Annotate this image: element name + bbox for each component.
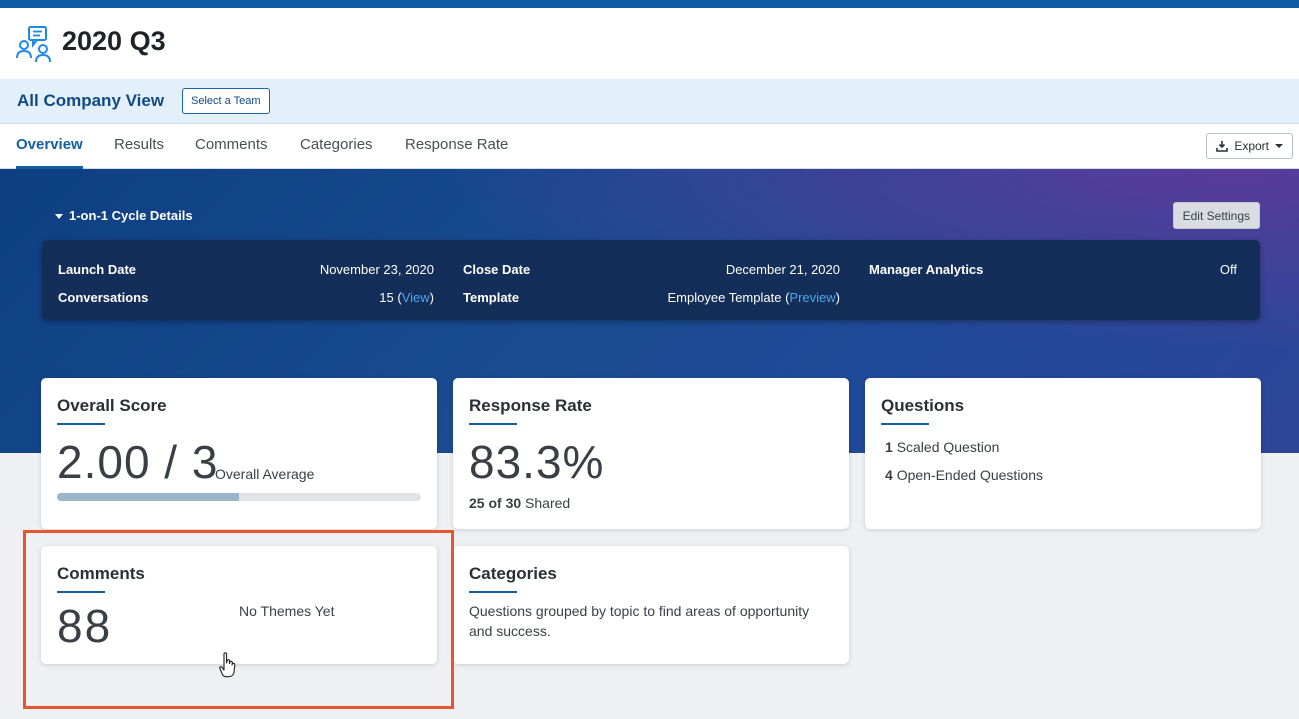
conversations-label: Conversations	[58, 290, 149, 305]
response-rate-value: 83.3%	[469, 436, 605, 488]
caret-down-icon	[55, 214, 63, 220]
open-label: Open-Ended Questions	[896, 467, 1044, 483]
tab-comments[interactable]: Comments	[195, 124, 268, 169]
top-accent-bar	[0, 0, 1299, 8]
conversations-value: 15 (View)	[379, 290, 434, 305]
categories-title: Categories	[469, 564, 557, 583]
shared-label: Shared	[525, 495, 571, 511]
response-rate-card[interactable]: Response Rate 83.3% 25 of 30 Shared	[453, 378, 849, 529]
response-rate-title: Response Rate	[469, 396, 592, 415]
overall-score-progress-fill	[57, 493, 239, 501]
template-name: Employee Template	[667, 290, 782, 305]
title-underline	[469, 423, 517, 425]
download-icon	[1216, 141, 1229, 152]
questions-card[interactable]: Questions 1 Scaled Question 4 Open-Ended…	[865, 378, 1261, 529]
scaled-questions: 1 Scaled Question	[885, 439, 999, 455]
select-team-button[interactable]: Select a Team	[182, 88, 270, 114]
hand-cursor-icon	[219, 652, 236, 678]
page-title: 2020 Q3	[62, 26, 166, 56]
title-underline	[881, 423, 929, 425]
overall-score-value: 2.00 / 3	[57, 436, 219, 488]
template-label: Template	[463, 290, 520, 305]
export-label: Export	[1234, 139, 1269, 153]
highlight-box	[23, 530, 454, 709]
scaled-count: 1	[885, 439, 893, 455]
conversations-count: 15	[379, 290, 394, 305]
overall-average-caption: Overall Average	[215, 466, 315, 482]
categories-card[interactable]: Categories Questions grouped by topic to…	[453, 546, 849, 664]
overall-score-progress	[57, 493, 421, 501]
launch-date-label: Launch Date	[58, 262, 137, 277]
shared-summary: 25 of 30 Shared	[469, 495, 570, 511]
page-header: 2020 Q3	[0, 8, 1299, 79]
preview-template-link[interactable]: Preview	[789, 290, 835, 305]
questions-title: Questions	[881, 396, 965, 415]
survey-people-icon	[16, 26, 51, 63]
tab-results[interactable]: Results	[114, 124, 164, 169]
manager-analytics-value: Off	[1219, 262, 1237, 277]
tab-categories[interactable]: Categories	[300, 124, 373, 169]
cycle-details-toggle[interactable]: 1-on-1 Cycle Details	[55, 208, 193, 223]
overall-score-title: Overall Score	[57, 396, 167, 415]
template-value: Employee Template (Preview)	[667, 290, 840, 305]
shared-count: 25 of 30	[469, 495, 522, 511]
tab-response-rate[interactable]: Response Rate	[405, 124, 508, 169]
manager-analytics-label: Manager Analytics	[869, 262, 984, 277]
open-count: 4	[885, 467, 893, 483]
title-underline	[57, 423, 105, 425]
cycle-details-label: 1-on-1 Cycle Details	[69, 208, 193, 223]
title-underline	[469, 591, 517, 593]
close-date-value: December 21, 2020	[725, 262, 840, 277]
company-view-label: All Company View	[17, 91, 165, 110]
launch-date-value: November 23, 2020	[319, 262, 434, 277]
cycle-details-panel: Launch Date November 23, 2020 Conversati…	[42, 240, 1260, 320]
open-ended-questions: 4 Open-Ended Questions	[885, 467, 1043, 483]
export-button[interactable]: Export	[1206, 133, 1293, 159]
tab-overview[interactable]: Overview	[16, 124, 83, 169]
view-conversations-link[interactable]: View	[402, 290, 430, 305]
caret-down-icon	[1275, 144, 1283, 148]
close-date-label: Close Date	[463, 262, 531, 277]
team-bar: All Company View Select a Team	[0, 79, 1299, 124]
categories-description: Questions grouped by topic to find areas…	[469, 603, 810, 639]
tab-bar: Overview Results Comments Categories Res…	[0, 124, 1299, 169]
overall-score-card[interactable]: Overall Score 2.00 / 3 Overall Average	[41, 378, 437, 529]
edit-settings-button[interactable]: Edit Settings	[1172, 202, 1260, 229]
scaled-label: Scaled Question	[896, 439, 1000, 455]
